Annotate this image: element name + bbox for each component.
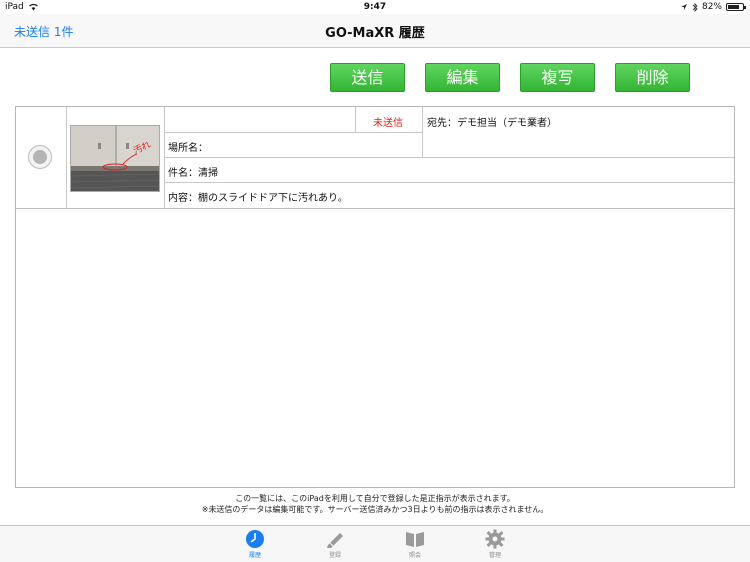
tab-inquiry-label: 照会	[408, 552, 421, 559]
clock-icon	[246, 530, 264, 548]
status-bar: iPad 9:47 82%	[0, 0, 750, 14]
photo-thumbnail[interactable]: 汚れ	[70, 125, 160, 192]
divider	[164, 107, 165, 209]
divider	[164, 182, 734, 183]
footer-note: この一覧には、このiPadを利用して自分で登録した是正指示が表示されます。 ※未…	[0, 493, 750, 515]
navigation-bar: 未送信 1件 GO-MaXR 履歴	[0, 14, 750, 48]
bluetooth-icon	[692, 2, 698, 12]
select-radio[interactable]	[28, 145, 52, 169]
battery-percentage: 82%	[701, 2, 722, 12]
delete-button[interactable]: 削除	[615, 63, 690, 92]
radio-dot	[33, 150, 47, 164]
location-arrow-icon	[680, 4, 687, 10]
content-text: 内容：棚のスライドドア下に汚れあり。	[168, 193, 348, 204]
list-item[interactable]: 汚れ 未送信 宛先：デモ担当（デモ業者） 場所名： 件名：清掃 内容：棚のスライ…	[16, 107, 734, 209]
page-title: GO-MaXR 履歴	[325, 26, 425, 41]
battery-icon	[726, 3, 746, 11]
recipient-text: 宛先：デモ担当（デモ業者）	[427, 118, 557, 129]
photo-image: 汚れ	[71, 126, 159, 191]
divider	[164, 157, 734, 158]
edit-button[interactable]: 編集	[425, 63, 500, 92]
tab-history-label: 履歴	[248, 552, 261, 559]
tab-settings[interactable]: 管理	[470, 529, 520, 559]
tab-register-label: 登録	[328, 552, 341, 559]
tab-inquiry[interactable]: 照会	[390, 529, 440, 559]
footer-note-line1: この一覧には、このiPadを利用して自分で登録した是正指示が表示されます。	[235, 494, 515, 503]
divider	[164, 132, 422, 133]
status-time: 9:47	[363, 2, 387, 12]
tab-bar: 履歴 登録 照会 管理	[0, 525, 750, 562]
location-text: 場所名：	[168, 143, 208, 154]
tab-register[interactable]: 登録	[310, 529, 360, 559]
action-toolbar: 送信 編集 複写 削除	[330, 63, 692, 93]
tab-settings-label: 管理	[488, 552, 501, 559]
gear-icon	[485, 529, 505, 549]
status-badge: 未送信	[373, 118, 403, 129]
copy-button[interactable]: 複写	[520, 63, 595, 92]
footer-note-line2: ※未送信のデータは編集可能です。サーバー送信済みかつ3日よりも前の指示は表示され…	[201, 505, 549, 514]
battery-fill	[728, 5, 740, 9]
subject-text: 件名：清掃	[168, 168, 218, 179]
pencil-icon	[327, 533, 343, 548]
divider	[355, 107, 356, 132]
book-icon	[406, 532, 424, 547]
history-list: 汚れ 未送信 宛先：デモ担当（デモ業者） 場所名： 件名：清掃 内容：棚のスライ…	[15, 106, 735, 488]
divider	[422, 107, 423, 157]
divider	[66, 107, 67, 209]
tab-history[interactable]: 履歴	[230, 529, 280, 559]
send-button[interactable]: 送信	[330, 63, 405, 92]
